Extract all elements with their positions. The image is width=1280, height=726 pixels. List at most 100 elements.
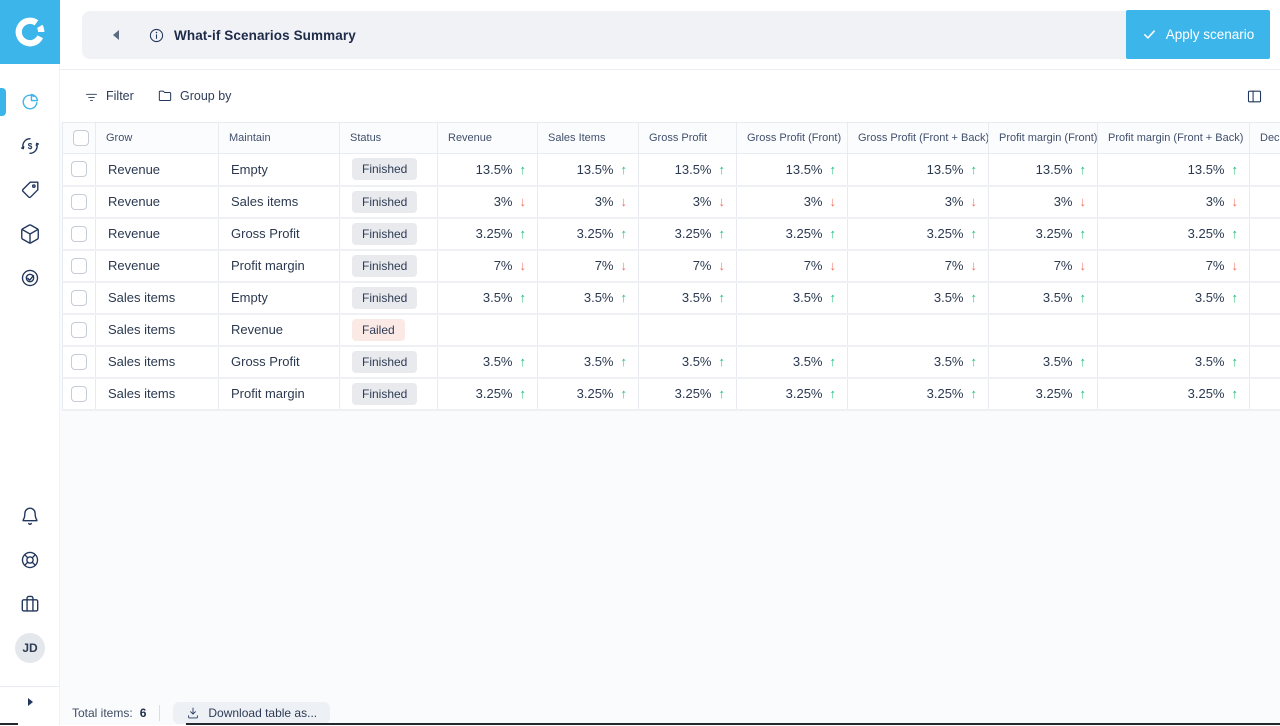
- metric-value: 13.5%: [476, 162, 513, 177]
- sidebar-item-repricing[interactable]: $: [0, 129, 60, 163]
- row-checkbox[interactable]: [71, 161, 87, 177]
- column-header-gross-profit[interactable]: Gross Profit: [639, 123, 737, 154]
- sidebar-item-analytics[interactable]: [0, 85, 60, 119]
- trend-down-icon: ↓: [621, 194, 628, 209]
- group-by-label: Group by: [180, 89, 231, 103]
- cell-maintain: Empty: [219, 154, 340, 186]
- metric-value: 7%: [693, 258, 712, 273]
- column-header-maintain[interactable]: Maintain: [219, 123, 340, 154]
- trend-up-icon: ↑: [1232, 290, 1239, 305]
- filter-button[interactable]: Filter: [84, 70, 134, 122]
- cell-metric: 13.5%↑: [438, 154, 538, 186]
- cell-metric: 7%↓: [848, 250, 989, 282]
- cell-metric: 3%↓: [989, 186, 1098, 218]
- column-header-profit-margin-front-back-[interactable]: Profit margin (Front + Back): [1098, 123, 1250, 154]
- cell-metric: 3.5%↑: [737, 346, 848, 378]
- metric-value: 7%: [1206, 258, 1225, 273]
- download-table-button[interactable]: Download table as...: [173, 702, 330, 724]
- group-by-button[interactable]: Group by: [157, 70, 231, 122]
- column-layout-icon[interactable]: [1246, 88, 1263, 105]
- metric-value: 3.25%: [1036, 226, 1073, 241]
- trend-up-icon: ↑: [719, 290, 726, 305]
- cell-metric: 13.5%↑: [1098, 154, 1250, 186]
- cell-metric: 3.5%↑: [848, 282, 989, 314]
- sidebar-item-promo[interactable]: [0, 173, 60, 207]
- trend-down-icon: ↓: [830, 194, 837, 209]
- user-avatar[interactable]: JD: [15, 633, 45, 663]
- apply-scenario-button[interactable]: Apply scenario: [1126, 10, 1270, 59]
- row-checkbox[interactable]: [71, 194, 87, 210]
- row-checkbox[interactable]: [71, 258, 87, 274]
- download-table-label: Download table as...: [208, 706, 317, 720]
- row-checkbox-cell: [63, 218, 96, 250]
- metric-value: 3%: [1054, 194, 1073, 209]
- metric-value: 3.25%: [577, 226, 614, 241]
- table-row: Sales itemsGross ProfitFinished3.5%↑3.5%…: [63, 346, 1280, 378]
- table-row: RevenueEmptyFinished13.5%↑13.5%↑13.5%↑13…: [63, 154, 1280, 186]
- column-header-status[interactable]: Status: [340, 123, 438, 154]
- cell-metric: 3.5%↑: [639, 346, 737, 378]
- metric-value: 3.5%: [584, 290, 614, 305]
- column-header-gross-profit-front-back-[interactable]: Gross Profit (Front + Back): [848, 123, 989, 154]
- sidebar-expand-button[interactable]: [0, 692, 60, 712]
- row-checkbox-cell: [63, 154, 96, 186]
- cell-metric: [848, 314, 989, 346]
- table-row: RevenueSales itemsFinished3%↓3%↓3%↓3%↓3%…: [63, 186, 1280, 218]
- row-checkbox[interactable]: [71, 226, 87, 242]
- back-arrow-icon: [111, 29, 121, 41]
- cell-decrease: [1250, 154, 1280, 186]
- row-checkbox-cell: [63, 378, 96, 410]
- brand-arc-logo[interactable]: [0, 0, 60, 64]
- cell-decrease: [1250, 314, 1280, 346]
- metric-value: 3.5%: [1195, 290, 1225, 305]
- sidebar-item-help[interactable]: [0, 543, 60, 577]
- table-row: Sales itemsRevenueFailed: [63, 314, 1280, 346]
- cell-maintain: Revenue: [219, 314, 340, 346]
- cell-metric: 3%↓: [1098, 186, 1250, 218]
- row-checkbox[interactable]: [71, 290, 87, 306]
- column-header-grow[interactable]: Grow: [96, 123, 219, 154]
- trend-down-icon: ↓: [520, 194, 527, 209]
- column-header-revenue[interactable]: Revenue: [438, 123, 538, 154]
- back-button[interactable]: [107, 26, 125, 44]
- trend-down-icon: ↓: [719, 258, 726, 273]
- row-checkbox[interactable]: [71, 322, 87, 338]
- sidebar-item-notifications[interactable]: [0, 499, 60, 533]
- column-header-sales-items[interactable]: Sales Items: [538, 123, 639, 154]
- cell-grow: Revenue: [96, 218, 219, 250]
- cell-metric: 13.5%↑: [989, 154, 1098, 186]
- metric-value: 3.25%: [1036, 386, 1073, 401]
- cell-metric: 13.5%↑: [538, 154, 639, 186]
- row-checkbox[interactable]: [71, 354, 87, 370]
- page-title: What-if Scenarios Summary: [174, 28, 356, 43]
- cell-metric: 13.5%↑: [639, 154, 737, 186]
- cell-metric: 3.5%↑: [438, 346, 538, 378]
- metric-value: 13.5%: [1188, 162, 1225, 177]
- sidebar-item-products[interactable]: [0, 217, 60, 251]
- select-all-checkbox[interactable]: [73, 130, 89, 146]
- cell-metric: 3.5%↑: [737, 282, 848, 314]
- sidebar-item-workspace[interactable]: [0, 587, 60, 621]
- column-header-profit-margin-front-[interactable]: Profit margin (Front): [989, 123, 1098, 154]
- trend-down-icon: ↓: [971, 194, 978, 209]
- row-checkbox-cell: [63, 314, 96, 346]
- cell-maintain: Empty: [219, 282, 340, 314]
- column-header-decrea[interactable]: Decrea: [1250, 123, 1280, 154]
- sidebar-item-goals[interactable]: [0, 261, 60, 295]
- row-checkbox[interactable]: [71, 386, 87, 402]
- pie-chart-icon: [19, 91, 41, 113]
- cell-decrease: [1250, 378, 1280, 410]
- cell-grow: Sales items: [96, 314, 219, 346]
- metric-value: 3.25%: [927, 226, 964, 241]
- status-badge: Finished: [352, 223, 417, 245]
- status-badge: Finished: [352, 351, 417, 373]
- metric-value: 3.25%: [577, 386, 614, 401]
- column-header-gross-profit-front-[interactable]: Gross Profit (Front): [737, 123, 848, 154]
- cell-metric: 7% ↓: [639, 250, 737, 282]
- sidebar: $: [0, 0, 60, 725]
- trend-up-icon: ↑: [971, 354, 978, 369]
- trend-up-icon: ↑: [719, 386, 726, 401]
- metric-value: 3%: [693, 194, 712, 209]
- metric-value: 7%: [1054, 258, 1073, 273]
- info-icon[interactable]: [148, 27, 165, 44]
